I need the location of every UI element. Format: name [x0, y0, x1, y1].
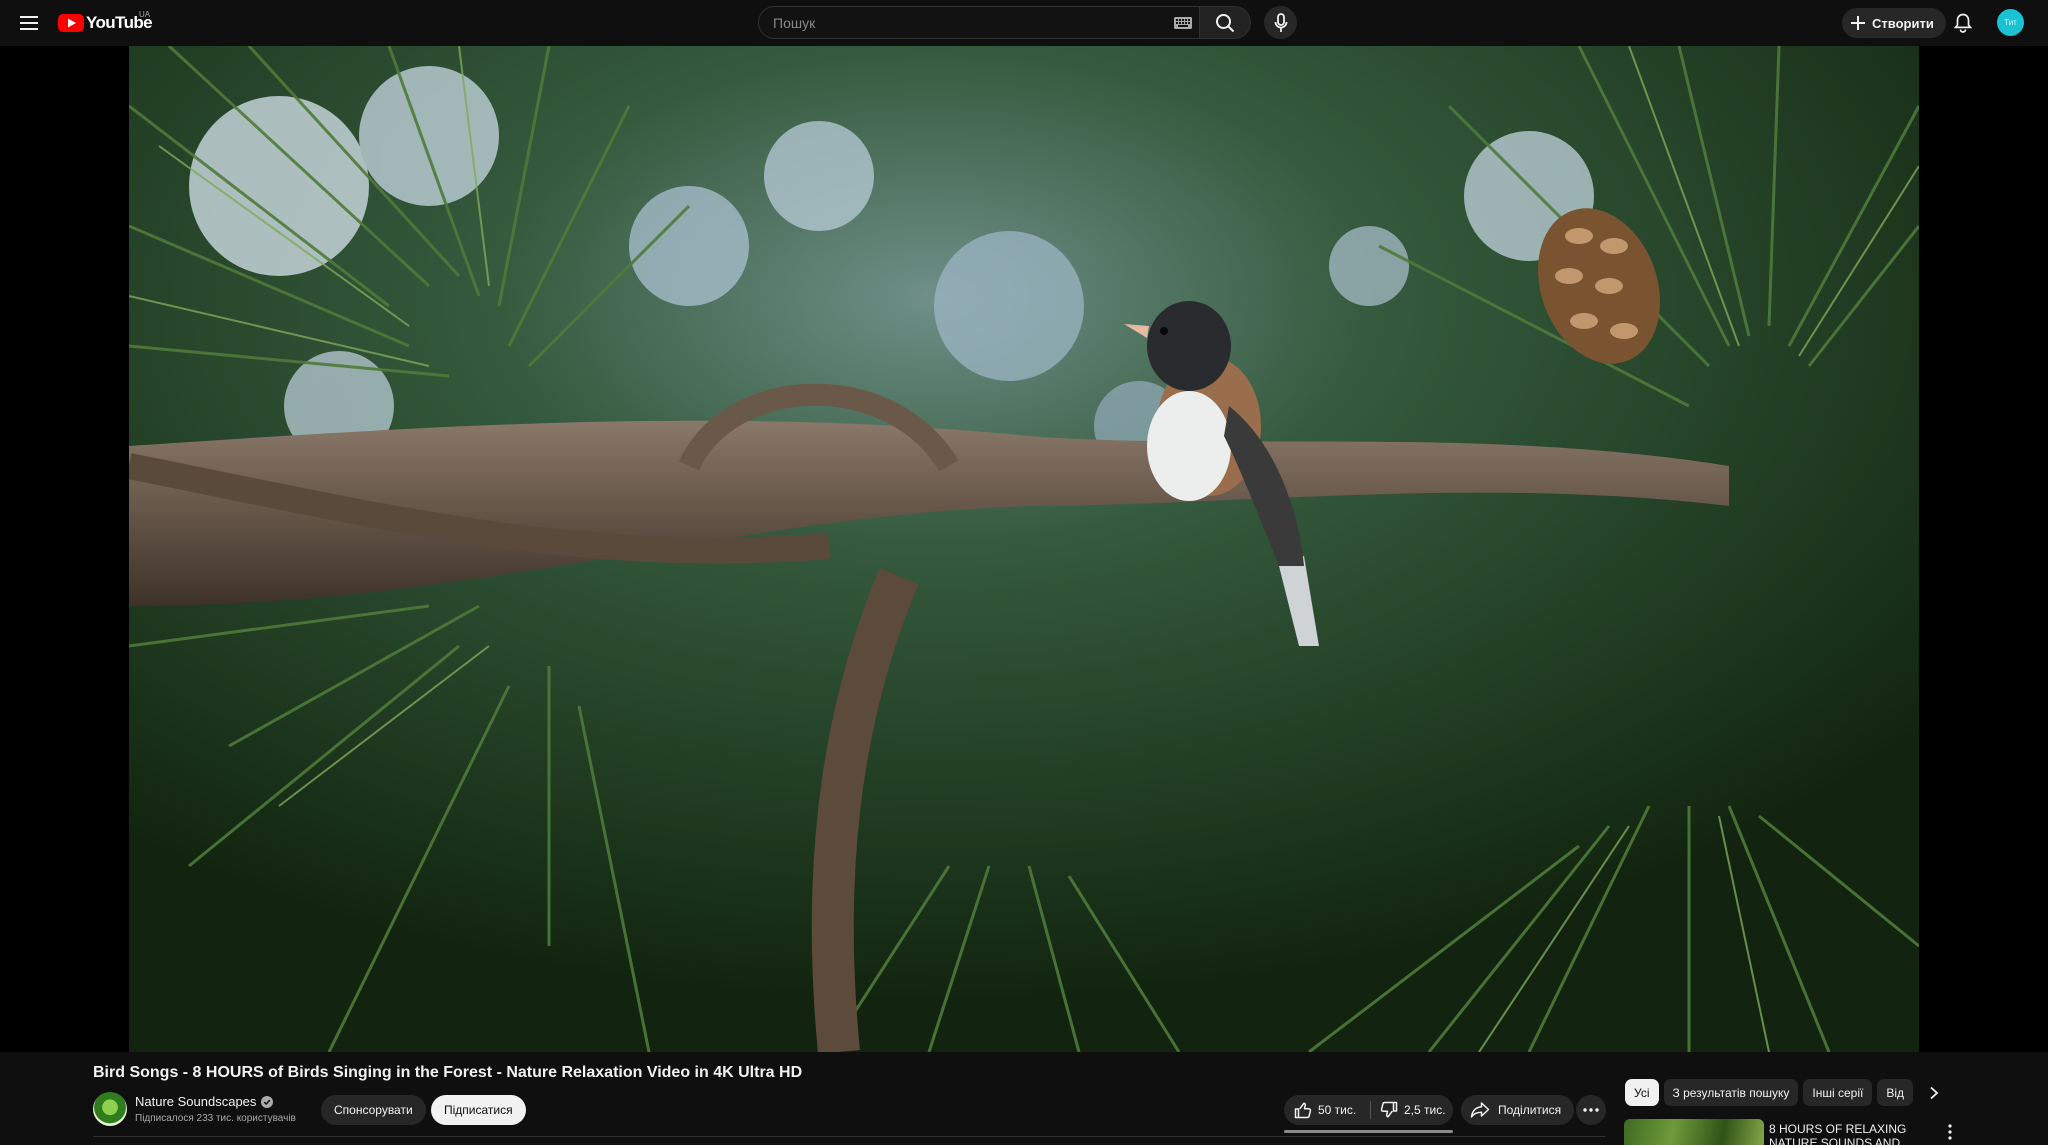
dislike-count: 2,5 тис.	[1404, 1103, 1446, 1117]
description-divider	[93, 1136, 1605, 1137]
share-icon	[1470, 1102, 1490, 1118]
channel-avatar[interactable]	[93, 1092, 127, 1126]
more-vert-icon	[1948, 1124, 1952, 1140]
like-count: 50 тис.	[1318, 1103, 1357, 1117]
create-button[interactable]: Створити	[1842, 8, 1946, 38]
more-actions-button[interactable]	[1576, 1095, 1606, 1125]
search-input[interactable]	[773, 7, 1153, 38]
create-label: Створити	[1872, 15, 1934, 31]
share-label: Поділитися	[1498, 1103, 1562, 1117]
thumbs-down-icon	[1380, 1101, 1398, 1118]
chip-other-series[interactable]: Інші серії	[1803, 1079, 1873, 1106]
account-avatar[interactable]: Тит	[1997, 9, 2024, 36]
chip-from-search[interactable]: З результатів пошуку	[1663, 1079, 1799, 1106]
subscribe-button[interactable]: Підписатися	[431, 1095, 526, 1125]
related-filter-chips: Усі З результатів пошуку Інші серії Від	[1625, 1079, 1915, 1106]
menu-icon	[20, 16, 38, 30]
verified-icon	[261, 1096, 273, 1108]
youtube-logo[interactable]: YouTube	[58, 12, 153, 34]
like-ratio-bar	[1284, 1130, 1453, 1133]
subscriber-count: Підписалося 233 тис. користувачів	[135, 1113, 296, 1124]
related-video-thumbnail[interactable]	[1624, 1119, 1764, 1145]
chip-all[interactable]: Усі	[1625, 1079, 1659, 1106]
search-icon	[1216, 13, 1235, 32]
masthead: YouTube UA Створити	[0, 0, 2048, 46]
chevron-right-icon	[1930, 1086, 1939, 1099]
mic-icon	[1274, 12, 1287, 32]
chips-next-button[interactable]	[1920, 1079, 1948, 1106]
more-horiz-icon	[1583, 1108, 1599, 1112]
related-video-title[interactable]: 8 HOURS OF RELAXING NATURE SOUNDS AND GE…	[1769, 1122, 1944, 1145]
search-button[interactable]	[1200, 6, 1251, 39]
dislike-button[interactable]: 2,5 тис.	[1371, 1095, 1453, 1125]
voice-search-button[interactable]	[1264, 6, 1297, 39]
related-video-menu-button[interactable]	[1940, 1120, 1960, 1144]
country-code: UA	[139, 10, 151, 19]
like-dislike-group: 50 тис. 2,5 тис.	[1284, 1095, 1453, 1125]
search-box	[758, 6, 1200, 39]
bell-icon	[1954, 13, 1972, 33]
keyboard-icon[interactable]	[1174, 17, 1192, 29]
share-button[interactable]: Поділитися	[1461, 1095, 1575, 1125]
chip-from-channel[interactable]: Від	[1877, 1079, 1914, 1106]
video-player[interactable]	[0, 46, 2048, 1052]
video-frame	[129, 46, 1919, 1052]
youtube-logo-icon	[58, 14, 84, 32]
sponsor-button[interactable]: Спонсорувати	[321, 1095, 426, 1125]
guide-menu-button[interactable]	[14, 9, 44, 37]
like-button[interactable]: 50 тис.	[1284, 1095, 1370, 1125]
video-still-bird-on-pine-branch	[129, 46, 1919, 1052]
thumbs-up-icon	[1294, 1102, 1312, 1119]
notifications-button[interactable]	[1949, 9, 1977, 37]
channel-name[interactable]: Nature Soundscapes	[135, 1094, 256, 1109]
plus-icon	[1851, 16, 1865, 30]
video-title: Bird Songs - 8 HOURS of Birds Singing in…	[93, 1064, 803, 1081]
